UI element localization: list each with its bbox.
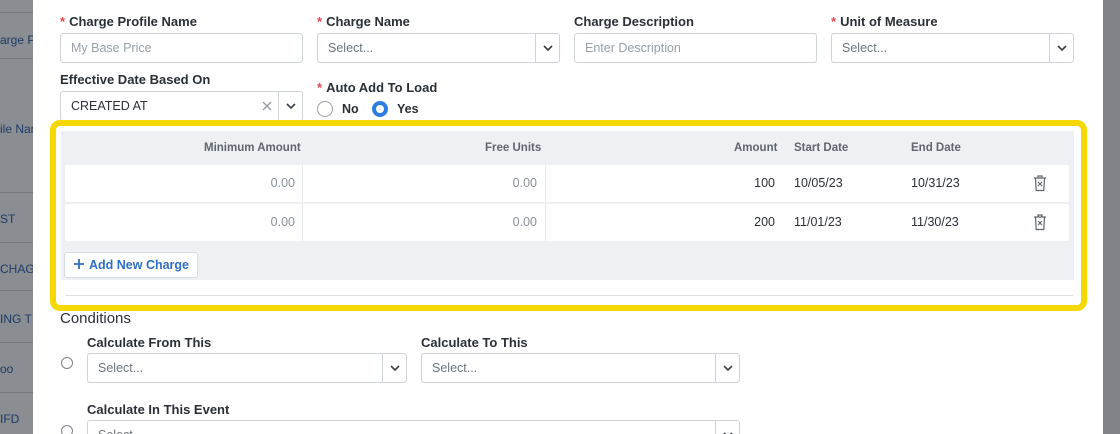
charge-description-input[interactable]: Enter Description [574,33,817,63]
calc-from-value: Select... [98,361,144,375]
unit-of-measure-select[interactable]: Select... [831,33,1074,63]
charge-profile-name-label: * Charge Profile Name [60,14,197,29]
chevron-down-icon[interactable] [382,354,406,382]
chevron-down-icon[interactable] [535,34,559,62]
unit-of-measure-label: * Unit of Measure [831,14,938,29]
charge-profile-name-input[interactable]: My Base Price [60,33,303,63]
effective-date-select[interactable]: CREATED AT [60,91,303,121]
calc-from-select[interactable]: Select... [87,353,407,383]
calc-to-label: Calculate To This [421,335,528,350]
calc-to-select[interactable]: Select... [421,353,740,383]
calc-from-label: Calculate From This [87,335,212,350]
chevron-down-icon[interactable] [1049,34,1073,62]
charge-name-value: Select... [328,41,374,55]
auto-add-no-label: No [342,102,359,116]
effective-date-value: CREATED AT [71,99,148,113]
calc-event-label: Calculate In This Event [87,402,230,417]
chevron-down-icon[interactable] [715,421,739,434]
charge-description-label: Charge Description [574,14,694,29]
unit-of-measure-value: Select... [842,41,888,55]
required-mark: * [317,80,323,95]
required-mark: * [317,14,323,29]
highlight-box [50,120,1087,311]
auto-add-yes-radio[interactable] [372,101,388,117]
auto-add-no-radio[interactable] [317,101,333,117]
required-mark: * [831,14,837,29]
charge-name-label: * Charge Name [317,14,410,29]
calc-event-value: Select... [88,421,715,434]
auto-add-label: * Auto Add To Load [317,80,438,95]
conditions-title: Conditions [60,310,131,327]
auto-add-yes-label: Yes [397,102,419,116]
calc-to-value: Select... [432,361,478,375]
chevron-down-icon[interactable] [715,354,739,382]
effective-date-label: Effective Date Based On [60,72,211,87]
required-mark: * [60,14,66,29]
calc-event-select[interactable]: Select... [87,420,740,434]
condition-radio-2[interactable] [61,425,73,434]
condition-radio-1[interactable] [61,357,73,369]
chevron-down-icon[interactable] [278,92,302,120]
clear-icon[interactable] [256,92,278,120]
charge-name-select[interactable]: Select... [317,33,560,63]
